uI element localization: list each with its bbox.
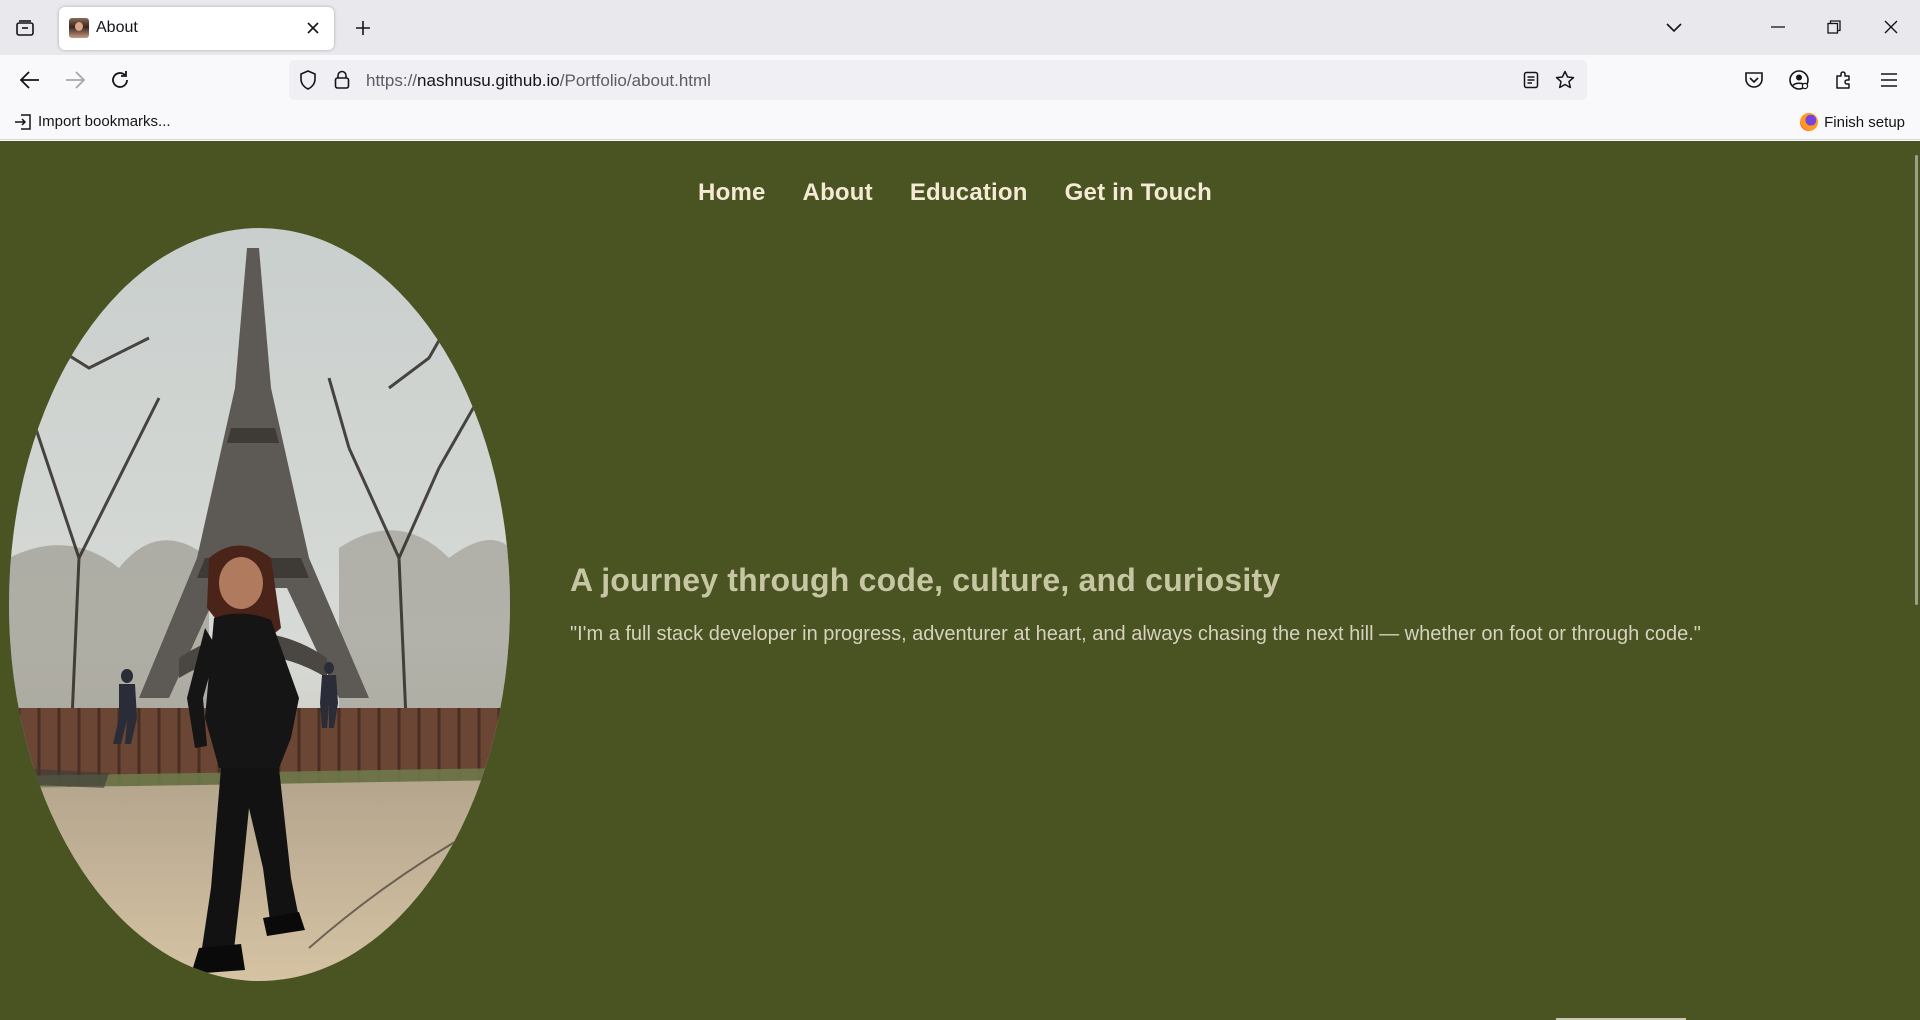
tab-manager-icon[interactable] [10, 14, 40, 42]
restore-icon[interactable] [1816, 10, 1852, 44]
site-nav: Home About Education Get in Touch [0, 179, 1920, 207]
shield-icon[interactable] [298, 70, 318, 90]
hero-quote: "I'm a full stack developer in progress,… [570, 623, 1701, 645]
reload-icon[interactable] [104, 64, 136, 96]
lock-icon[interactable] [332, 70, 352, 90]
scrollbar-thumb[interactable] [1915, 155, 1918, 605]
url-bar[interactable]: https://nashnusu.github.io/Portfolio/abo… [289, 60, 1587, 100]
close-window-icon[interactable] [1873, 10, 1909, 44]
close-icon[interactable] [304, 19, 322, 37]
finish-setup-button[interactable]: Finish setup [1800, 113, 1905, 131]
tab-about[interactable]: About [59, 7, 334, 50]
account-icon[interactable] [1783, 64, 1815, 96]
import-bookmarks-label: Import bookmarks... [38, 113, 171, 130]
minimize-icon[interactable] [1760, 10, 1796, 44]
forward-icon[interactable] [59, 64, 91, 96]
tab-favicon-icon [69, 18, 89, 38]
chevron-down-icon[interactable] [1660, 14, 1688, 42]
hero-text: A journey through code, culture, and cur… [570, 562, 1701, 646]
pocket-icon[interactable] [1738, 64, 1770, 96]
tab-title: About [96, 19, 138, 36]
back-icon[interactable] [14, 64, 46, 96]
navigation-toolbar: https://nashnusu.github.io/Portfolio/abo… [0, 55, 1920, 105]
star-icon[interactable] [1555, 70, 1575, 90]
import-bookmarks-button[interactable]: Import bookmarks... [14, 113, 171, 130]
plus-icon[interactable] [349, 14, 377, 42]
portrait-photo [9, 228, 510, 981]
url-text[interactable]: https://nashnusu.github.io/Portfolio/abo… [366, 71, 711, 91]
reader-view-icon[interactable] [1521, 70, 1541, 90]
nav-link-home[interactable]: Home [698, 179, 765, 207]
page-content: Home About Education Get in Touch A jour… [0, 141, 1920, 1020]
extensions-icon[interactable] [1828, 64, 1860, 96]
firefox-icon [1800, 113, 1819, 131]
bookmarks-toolbar: Import bookmarks... Finish setup [0, 105, 1920, 140]
tab-strip: About [0, 0, 1920, 55]
hero-heading: A journey through code, culture, and cur… [570, 562, 1281, 598]
nav-link-get-in-touch[interactable]: Get in Touch [1065, 179, 1212, 207]
finish-setup-label: Finish setup [1824, 113, 1905, 131]
nav-link-education[interactable]: Education [910, 179, 1028, 207]
nav-link-about[interactable]: About [803, 179, 873, 207]
menu-icon[interactable] [1873, 64, 1905, 96]
page-scrollbar[interactable] [1912, 141, 1920, 1020]
import-icon [15, 113, 31, 130]
